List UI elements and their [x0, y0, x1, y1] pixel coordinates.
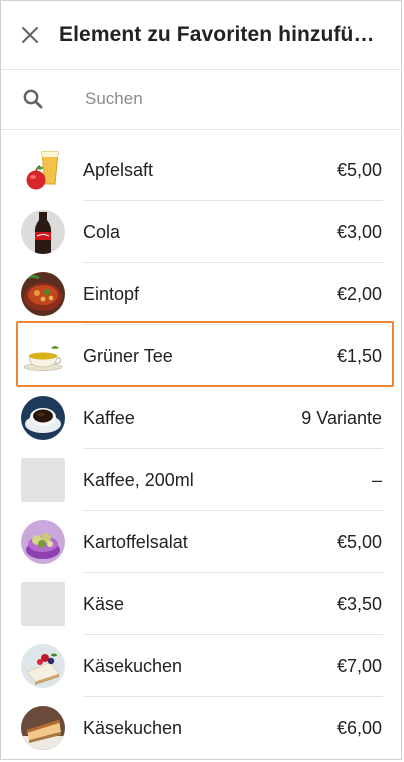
item-name: Käsekuchen [83, 717, 183, 738]
item-name: Kaffee [83, 407, 135, 428]
list-item[interactable]: Cola €3,00 [1, 201, 401, 263]
item-price: €3,00 [336, 221, 382, 242]
item-name: Apfelsaft [83, 159, 154, 180]
list-item[interactable]: Kartoffelsalat €5,00 [1, 511, 401, 573]
search-input[interactable] [83, 88, 387, 110]
close-button[interactable] [1, 1, 59, 69]
dialog: Element zu Favoriten hinzufügen Suchen A… [0, 0, 402, 760]
item-image-placeholder [21, 458, 65, 502]
list-item[interactable]: Käsekuchen €7,00 [1, 635, 401, 697]
cheesecake-slice-icon [21, 706, 65, 750]
apple-juice-icon [21, 148, 65, 192]
stew-icon [21, 272, 65, 316]
item-price: €5,00 [336, 159, 382, 180]
item-price: €1,50 [336, 345, 382, 366]
item-price: €2,00 [336, 283, 382, 304]
list-item[interactable]: Grüner Tee €1,50 [1, 325, 401, 387]
cola-icon [21, 210, 65, 254]
list-item[interactable]: Apfelsaft €5,00 [1, 139, 401, 201]
item-price: €7,00 [336, 655, 382, 676]
item-variants: 9 Variante [301, 407, 382, 428]
list-item[interactable]: Kaffee, 200ml – [1, 449, 401, 511]
item-list: Apfelsaft €5,00 Cola €3,00 Eintopf €2,00… [1, 139, 401, 759]
item-price: €3,50 [336, 593, 382, 614]
coffee-icon [21, 396, 65, 440]
list-item[interactable]: Eintopf €2,00 [1, 263, 401, 325]
green-tea-icon [21, 334, 65, 378]
item-name: Käsekuchen [83, 655, 183, 676]
item-name: Kartoffelsalat [83, 531, 188, 552]
item-price: €5,00 [336, 531, 382, 552]
item-image-placeholder [21, 582, 65, 626]
item-price: – [371, 469, 382, 490]
item-name: Kaffee, 200ml [83, 469, 194, 490]
item-name: Käse [83, 593, 125, 614]
close-icon [22, 27, 38, 43]
item-name: Cola [83, 221, 121, 242]
item-name: Eintopf [83, 283, 140, 304]
cheesecake-berries-icon [21, 644, 65, 688]
search-icon [1, 88, 65, 110]
list-item[interactable]: Käse €3,50 [1, 573, 401, 635]
item-price: €6,00 [336, 717, 382, 738]
search-bar [1, 69, 401, 130]
potato-salad-icon [21, 520, 65, 564]
list-item[interactable]: Kaffee 9 Variante [1, 387, 401, 449]
item-name: Grüner Tee [83, 345, 173, 366]
list-item[interactable]: Käsekuchen €6,00 [1, 697, 401, 759]
dialog-title: Element zu Favoriten hinzufügen [59, 23, 379, 46]
dialog-header: Element zu Favoriten hinzufügen [1, 1, 401, 70]
